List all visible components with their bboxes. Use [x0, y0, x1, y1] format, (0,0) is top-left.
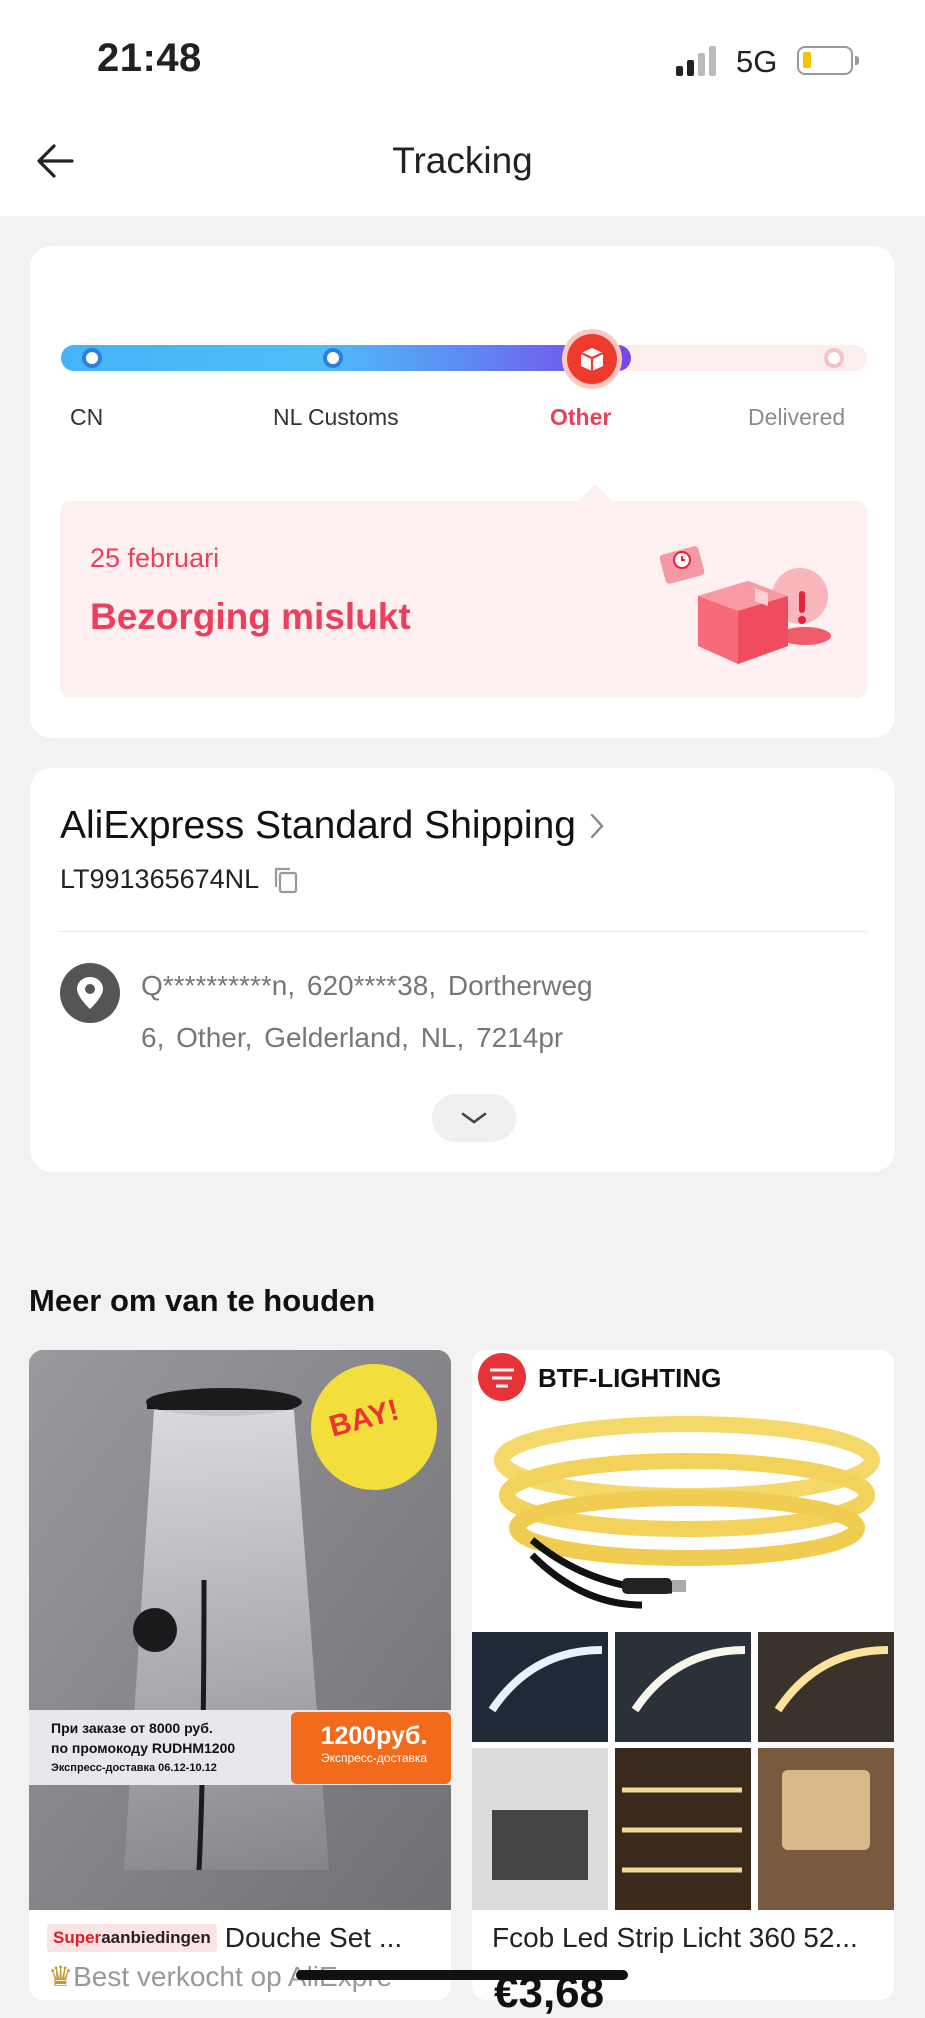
package-icon	[580, 348, 604, 371]
product-image-led-strip: BTF-LIGHTING	[472, 1350, 894, 1910]
super-deals-badge: Superaanbiedingen	[47, 1924, 217, 1952]
product-image-shower-set: BAY! При заказе от 8000 руб. по промокод…	[29, 1350, 451, 1910]
status-bar: 21:48 5G	[0, 0, 925, 110]
step-label-cn: CN	[70, 404, 104, 430]
delivery-address: Q**********n, 620****38, Dortherweg 6, O…	[141, 960, 761, 1064]
home-indicator	[296, 1970, 628, 1980]
promo-price-badge: 1200руб. Экспресс-доставка	[299, 1722, 449, 1765]
promo-line-1: При заказе от 8000 руб.	[51, 1720, 213, 1736]
shipping-info-card: AliExpress Standard Shipping LT991365674…	[30, 768, 895, 1172]
status-detail-box: 25 februari Bezorging mislukt	[60, 501, 867, 698]
chevron-right-icon	[590, 813, 604, 839]
step-dot-other	[567, 334, 617, 384]
badge-red-text: Super	[53, 1928, 102, 1947]
clock: 21:48	[97, 36, 202, 80]
tracking-number: LT991365674NL	[60, 864, 260, 894]
promo-line-3: Экспресс-доставка 06.12-10.12	[51, 1762, 217, 1774]
status-text: Bezorging mislukt	[90, 596, 411, 637]
failed-delivery-box-icon	[660, 546, 831, 664]
product-title: Fcob Led Strip Licht 360 52...	[492, 1922, 858, 1953]
step-dot-cn	[82, 348, 102, 368]
brand-name: BTF-LIGHTING	[538, 1363, 722, 1393]
product-title-row: Superaanbiedingen Douche Set ...	[29, 1922, 451, 1954]
promo-price-sub: Экспресс-доставка	[320, 1751, 428, 1765]
promo-text: При заказе от 8000 руб. по промокоду RUD…	[51, 1718, 235, 1778]
progress-fill	[61, 345, 631, 371]
expand-details-button[interactable]	[432, 1094, 516, 1142]
tracking-progress-card: CN NL Customs Other Delivered 25 februar…	[30, 246, 895, 738]
page-title: Tracking	[392, 140, 533, 181]
top-nav: Tracking	[0, 110, 925, 216]
step-dot-nl-customs	[323, 348, 343, 368]
tracking-number-row: LT991365674NL	[60, 864, 301, 895]
step-label-delivered: Delivered	[748, 404, 846, 430]
divider	[60, 931, 867, 932]
address-line-2: 6, Other, Gelderland, NL, 7214pr	[141, 1022, 564, 1053]
chevron-down-icon	[461, 1112, 487, 1124]
badge-dark-text: aanbiedingen	[101, 1928, 211, 1947]
network-type: 5G	[736, 44, 778, 79]
product-title: Douche Set ...	[224, 1922, 403, 1953]
product-card[interactable]: BAY! При заказе от 8000 руб. по промокод…	[29, 1350, 451, 2000]
step-label-nl-customs: NL Customs	[273, 404, 399, 430]
battery-icon	[797, 46, 859, 75]
location-pin-icon	[60, 963, 120, 1023]
address-line-1: Q**********n, 620****38, Dortherweg	[141, 970, 593, 1001]
step-dot-delivered	[824, 348, 844, 368]
signal-icon	[676, 46, 722, 76]
recommendations-title: Meer om van te houden	[29, 1283, 376, 1318]
promo-line-2: по промокоду RUDHM1200	[51, 1740, 236, 1756]
step-label-other: Other	[550, 404, 612, 430]
copy-icon[interactable]	[271, 865, 301, 895]
shipping-method-name: AliExpress Standard Shipping	[60, 804, 576, 847]
status-pointer	[577, 484, 613, 502]
status-date: 25 februari	[90, 543, 220, 573]
crown-icon: ♛	[48, 1961, 74, 1992]
promo-price: 1200руб.	[320, 1722, 428, 1750]
product-card[interactable]: BTF-LIGHTING Fcob Led Strip Licht 360 52…	[472, 1350, 894, 2000]
shipping-method-link[interactable]: AliExpress Standard Shipping	[60, 804, 606, 848]
